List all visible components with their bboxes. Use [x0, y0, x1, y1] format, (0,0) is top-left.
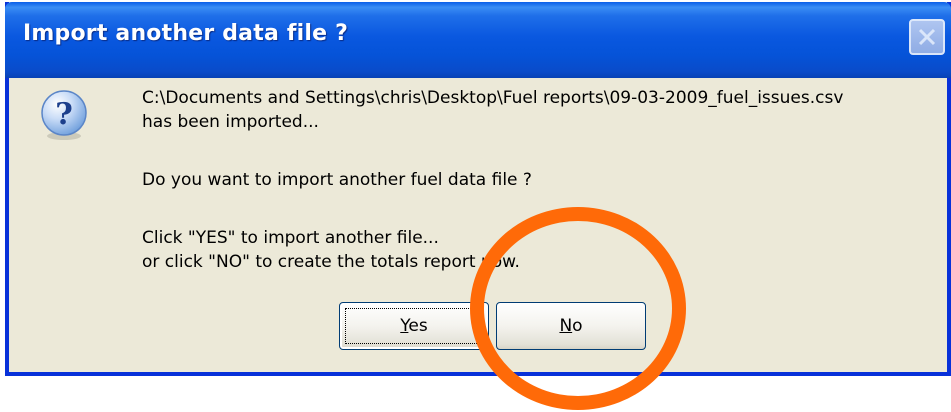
focus-rectangle — [345, 308, 483, 344]
close-icon — [918, 28, 936, 46]
message-file-path: C:\Documents and Settings\chris\Desktop\… — [142, 88, 844, 108]
title-bar[interactable]: Import another data file ? — [5, 2, 951, 78]
no-mnemonic: N — [559, 316, 573, 336]
yes-button[interactable]: Yes — [339, 302, 489, 350]
message-dialog: Import another data file ? ? C:\Document… — [5, 2, 951, 376]
window-title: Import another data file ? — [23, 21, 349, 46]
no-button[interactable]: No — [496, 302, 646, 350]
message-no-hint: or click "NO" to create the totals repor… — [142, 252, 520, 272]
close-button[interactable] — [909, 19, 945, 55]
message-imported: has been imported... — [142, 112, 319, 132]
svg-text:?: ? — [55, 97, 73, 132]
question-icon: ? — [41, 90, 87, 140]
no-label-rest: o — [572, 316, 583, 336]
message-question: Do you want to import another fuel data … — [142, 170, 532, 190]
message-yes-hint: Click "YES" to import another file... — [142, 228, 439, 248]
